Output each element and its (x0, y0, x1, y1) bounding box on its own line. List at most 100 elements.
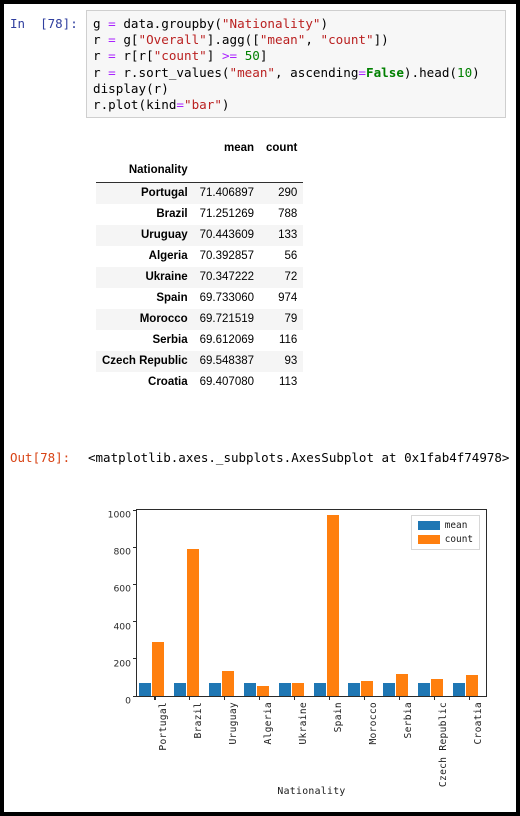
cell-count: 290 (260, 182, 304, 204)
cell-count: 56 (284, 250, 298, 262)
y-tick-label: 0 (125, 695, 131, 707)
table-row: Brazil 71.251269 788 (96, 204, 303, 225)
x-tick-label: Uruguay (228, 702, 240, 745)
table-row: Czech Republic 69.548387 93 (96, 351, 304, 372)
bar-mean (313, 683, 326, 696)
x-tick-label: Algeria (263, 702, 275, 745)
bar-mean (418, 683, 431, 696)
cell-mean: 70.443609 (193, 225, 261, 246)
table-row: Croatia 69.407080 113 (96, 372, 303, 393)
x-tick-label: Ukraine (298, 702, 310, 745)
index-row-spacer-1 (194, 159, 260, 183)
row-index-label: Croatia (148, 376, 188, 388)
matplotlib-figure: mean count 0 200 400 600 800 1000 Portugal Braz… (10, 486, 510, 812)
x-tick-mark (398, 696, 400, 700)
code-line-5: display(r) (93, 80, 169, 96)
y-tick-mark (133, 546, 137, 548)
notebook-output-line: Out[78]: <matplotlib.axes._subplots.Axes… (4, 450, 516, 472)
cell-mean: 71.406897 (193, 182, 261, 204)
code-line-1: g = data.groupby("Nationality") (93, 16, 329, 31)
y-tick-mark (133, 695, 137, 697)
table-body: Portugal 71.406897 290 Brazil 71.251269 788 Ur… (96, 182, 304, 394)
table-row: Ukraine 70.347222 72 (96, 267, 304, 288)
column-header-mean: mean (223, 142, 255, 154)
cell-count: 788 (278, 208, 298, 220)
x-tick-label: Czech Republic (437, 702, 449, 788)
y-tick-mark (133, 658, 137, 660)
cell-mean: 71.251269 (199, 208, 255, 220)
x-tick-mark (468, 696, 470, 700)
x-tick-label: Croatia (472, 702, 484, 745)
cell-count: 72 (260, 267, 304, 288)
plot-axes: mean count 0 200 400 600 800 1000 Portugal Braz… (108, 509, 487, 787)
y-tick-label: 400 (113, 621, 131, 633)
table-corner-cell (96, 138, 194, 159)
x-tick-mark (433, 696, 435, 700)
bar-mean (208, 682, 221, 696)
bar-count (221, 671, 234, 696)
x-tick-label: Spain (332, 702, 344, 733)
bar-mean (139, 682, 151, 696)
column-header-count: count (266, 142, 298, 154)
code-line-6: r.plot(kind="bar") (93, 97, 230, 113)
bar-count (186, 549, 199, 696)
bar-group (346, 510, 381, 696)
input-prompt-label: In [78]: (10, 16, 78, 31)
x-tick-label: Morocco (367, 702, 379, 745)
cell-count: 79 (260, 309, 304, 330)
bar-count (326, 514, 339, 696)
cell-mean: 70.392857 (199, 250, 255, 262)
legend-item-mean: mean (417, 520, 473, 531)
cell-mean: 70.347222 (193, 267, 261, 288)
code-editor[interactable]: g = data.groupby("Nationality") r = g["O… (86, 10, 506, 118)
bar-count (361, 681, 374, 696)
legend-label-count: count (444, 534, 473, 545)
output-prompt-label: Out[78]: (10, 450, 71, 465)
table-header-row: mean count (96, 138, 303, 159)
bar-count (152, 642, 164, 696)
table-row: Serbia 69.612069 116 (96, 330, 303, 351)
legend-item-count: count (417, 534, 473, 545)
row-index-label: Algeria (148, 250, 188, 262)
x-tick-label: Brazil (193, 702, 205, 739)
code-line-2: r = g["Overall"].agg(["mean", "count"]) (93, 32, 389, 48)
x-tick-mark (224, 696, 226, 700)
row-index-label: Czech Republic (96, 351, 194, 372)
y-tick-label: 600 (113, 583, 131, 595)
x-tick-mark (294, 696, 296, 700)
bar-group (172, 510, 207, 696)
bar-count (291, 682, 304, 696)
bar-count (256, 685, 269, 696)
cell-count: 93 (260, 351, 304, 372)
x-axis-title: Nationality (277, 786, 346, 797)
x-tick-mark (154, 696, 156, 700)
cell-mean: 69.612069 (199, 334, 255, 346)
dataframe-table: mean count Nationality Portugal 71.406897… (96, 138, 304, 394)
y-tick-label: 200 (113, 658, 131, 670)
row-index-label: Ukraine (96, 267, 194, 288)
chart-legend: mean count (410, 515, 480, 550)
bar-mean (383, 683, 396, 696)
bar-count (466, 674, 479, 696)
row-index-label: Brazil (156, 208, 188, 220)
cell-count: 113 (278, 376, 298, 388)
table-row: Morocco 69.721519 79 (96, 309, 304, 330)
bar-mean (453, 683, 466, 696)
cell-mean: 69.721519 (193, 309, 261, 330)
row-index-label: Morocco (96, 309, 194, 330)
bar-mean (348, 683, 361, 696)
notebook-input-cell: In [78]: g = data.groupby("Nationality")… (4, 8, 516, 120)
bar-group (137, 510, 172, 696)
legend-swatch-count (417, 535, 440, 544)
table-row: Spain 69.733060 974 (96, 288, 303, 309)
x-tick-label: Serbia (402, 702, 414, 739)
cell-count: 116 (278, 334, 298, 346)
row-index-label: Portugal (96, 182, 194, 204)
cell-count: 133 (260, 225, 304, 246)
output-repr-text: <matplotlib.axes._subplots.AxesSubplot a… (88, 450, 510, 465)
code-line-4: r = r.sort_values("mean", ascending=Fals… (93, 64, 480, 80)
bar-mean (173, 682, 186, 696)
notebook-cell-screenshot: In [78]: g = data.groupby("Nationality")… (0, 0, 520, 816)
code-line-3: r = r[r["count"] >= 50] (93, 48, 268, 64)
x-tick-label: Portugal (158, 702, 170, 751)
